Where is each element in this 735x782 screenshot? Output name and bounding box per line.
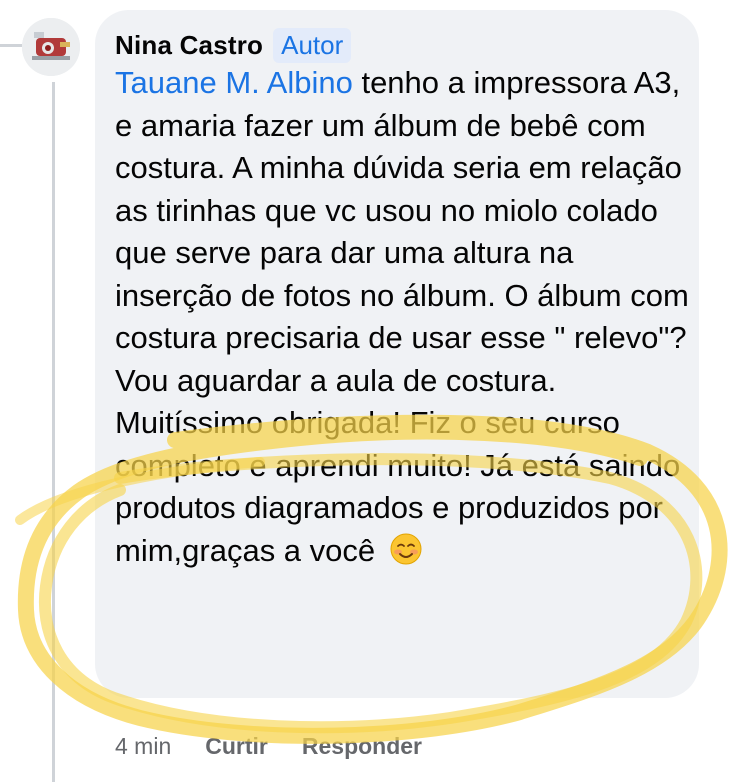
like-button[interactable]: Curtir <box>205 733 268 760</box>
comment-meta: 4 min Curtir Responder <box>115 730 422 762</box>
smiling-face-emoji-icon <box>390 533 422 577</box>
author-badge: Autor <box>273 27 352 63</box>
reply-button[interactable]: Responder <box>302 733 422 760</box>
avatar-image <box>22 18 80 76</box>
comment-header: Nina Castro Autor <box>115 26 352 64</box>
thread-connector-line <box>0 44 22 47</box>
thread-line <box>52 82 55 782</box>
timestamp[interactable]: 4 min <box>115 733 171 760</box>
author-name[interactable]: Nina Castro <box>115 30 263 61</box>
comment-body-text: tenho a impressora A3, e amaria fazer um… <box>115 65 689 568</box>
comment-text: Tauane M. Albino tenho a impressora A3, … <box>115 62 690 576</box>
avatar[interactable] <box>22 18 80 76</box>
mention-link[interactable]: Tauane M. Albino <box>115 65 353 100</box>
